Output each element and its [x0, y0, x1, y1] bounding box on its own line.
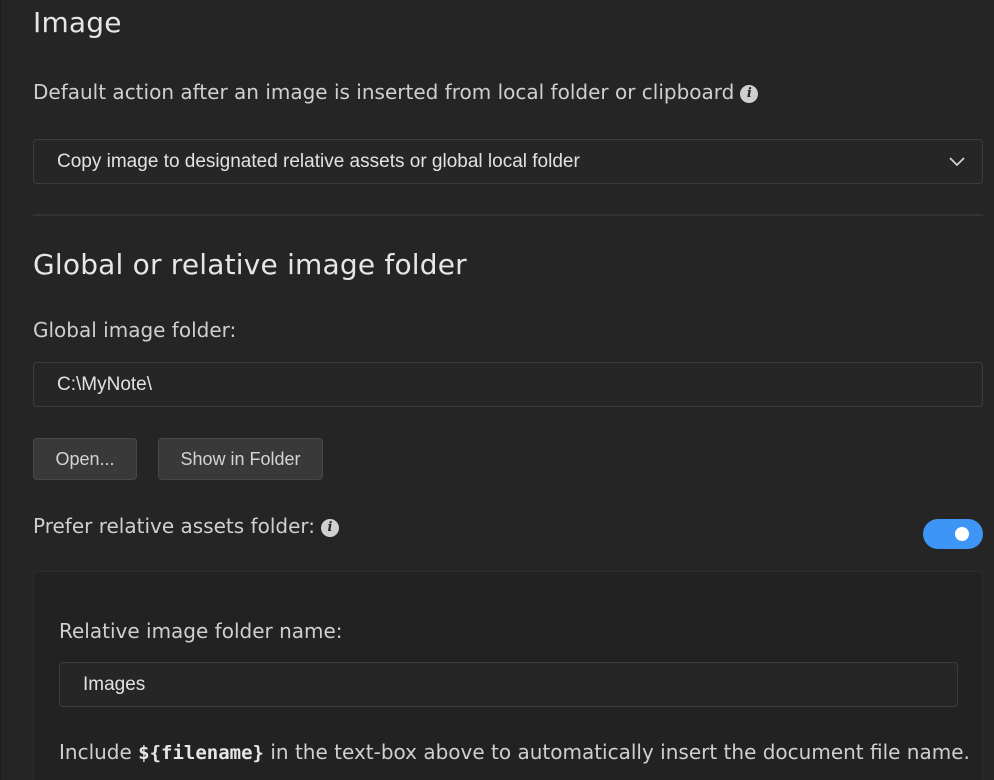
prefer-relative-label: Prefer relative assets folder: [33, 514, 315, 538]
info-icon[interactable]: i [740, 85, 759, 103]
show-in-folder-button[interactable]: Show in Folder [158, 438, 323, 480]
image-section-title: Image [33, 6, 122, 39]
global-folder-input[interactable]: C:\MyNote\ [33, 362, 983, 407]
default-action-label: Default action after an image is inserte… [33, 80, 735, 104]
global-folder-label: Global image folder: [33, 318, 237, 342]
global-folder-value: C:\MyNote\ [57, 374, 153, 395]
open-button[interactable]: Open... [33, 438, 137, 480]
section-divider [33, 214, 983, 216]
default-action-value: Copy image to designated relative assets… [57, 151, 580, 172]
note-prefix: Include [59, 740, 139, 764]
chevron-down-icon [949, 157, 965, 167]
prefer-relative-label-row: Prefer relative assets folder: i [33, 514, 339, 538]
default-action-label-row: Default action after an image is inserte… [33, 80, 759, 104]
filename-note: Include ${filename} in the text-box abov… [59, 740, 970, 764]
relative-folder-name-value: Images [83, 674, 146, 695]
folder-section-title: Global or relative image folder [33, 248, 467, 281]
note-suffix: in the text-box above to automatically i… [264, 740, 970, 764]
relative-folder-name-label: Relative image folder name: [59, 619, 343, 643]
toggle-knob [955, 527, 969, 541]
prefer-relative-toggle[interactable] [923, 519, 983, 549]
note-code: ${filename} [138, 742, 265, 764]
default-action-select[interactable]: Copy image to designated relative assets… [33, 139, 983, 184]
relative-folder-name-input[interactable]: Images [59, 662, 958, 707]
settings-page: Image Default action after an image is i… [0, 0, 994, 780]
info-icon[interactable]: i [320, 519, 339, 537]
